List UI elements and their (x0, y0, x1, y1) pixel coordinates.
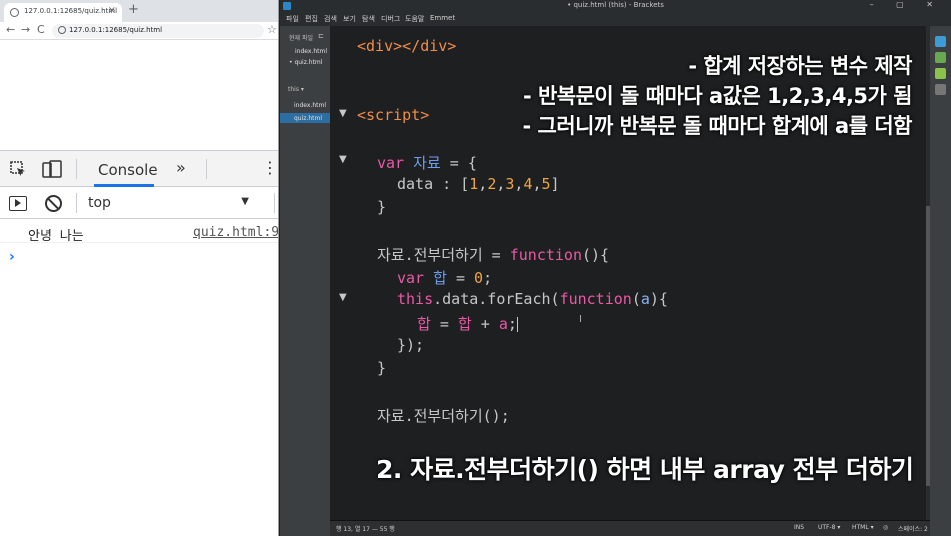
toolbar-divider (76, 159, 77, 179)
extension-manager-icon[interactable] (935, 52, 946, 63)
menu-edit[interactable]: 편집 (305, 14, 318, 24)
devtools-menu-button[interactable]: ⋮ (262, 158, 278, 177)
code-line: 자료.전부더하기(); (377, 407, 510, 425)
cursor-position: 행 13, 열 17 — 55 행 (336, 526, 395, 533)
tab-console[interactable]: Console (98, 161, 158, 179)
reload-button[interactable]: C (37, 23, 45, 36)
console-message: 안녕 나는 quiz.html:9 (0, 223, 278, 244)
menu-navigate[interactable]: 탐색 (362, 14, 375, 24)
fold-arrow-icon[interactable]: ▼ (339, 154, 347, 165)
console-source-link[interactable]: quiz.html:9 (193, 225, 278, 240)
console-prompt[interactable]: › (9, 249, 15, 265)
code-line: } (377, 198, 387, 216)
new-tab-button[interactable]: + (128, 2, 139, 17)
annotation-line-1: - 합계 저장하는 변수 제작 (688, 54, 912, 78)
file-sidebar: 현재 파일 ⊏ index.html • quiz.html this ▾ in… (280, 26, 330, 536)
project-file-item: quiz.html (294, 115, 323, 122)
brackets-window: • quiz.html (this) - Brackets – ▢ ✕ 파일 편… (280, 0, 951, 536)
text-cursor (516, 317, 518, 332)
project-dropdown[interactable]: this ▾ (288, 86, 304, 93)
working-files-label: 현재 파일 (289, 35, 313, 42)
more-tabs-button[interactable]: » (176, 158, 186, 177)
address-bar: ← → C 127.0.0.1:12685/quiz.html ☆ (0, 22, 278, 40)
code-line: var 자료 = { (377, 154, 477, 172)
window-title: • quiz.html (this) - Brackets (567, 1, 664, 9)
code-line: data : [1,2,3,4,5] (397, 175, 560, 193)
menu-find[interactable]: 검색 (324, 14, 337, 24)
url-text: 127.0.0.1:12685/quiz.html (69, 26, 163, 34)
split-view-icon[interactable]: ⊏ (318, 32, 324, 40)
fold-arrow-icon[interactable]: ▼ (339, 292, 347, 303)
annotation-line-3: - 그러니까 반복문 돌 때마다 합계에 a를 더함 (522, 114, 912, 138)
tab-strip: 127.0.0.1:12685/quiz.html × + (0, 0, 278, 22)
console-toolbar: top ▼ (0, 187, 278, 219)
live-preview-icon[interactable] (935, 36, 946, 47)
bookmark-star-icon[interactable]: ☆ (267, 23, 277, 36)
indent-setting[interactable]: 스페이스: 2 (898, 524, 928, 533)
extension-toolbar (930, 26, 951, 536)
info-icon[interactable] (58, 26, 66, 34)
tab-title: 127.0.0.1:12685/quiz.html (24, 7, 118, 15)
url-input[interactable]: 127.0.0.1:12685/quiz.html (52, 24, 264, 38)
menu-view[interactable]: 보기 (343, 14, 356, 24)
dropdown-arrow-icon: ▼ (241, 196, 249, 207)
extension-icon[interactable] (935, 68, 946, 79)
annotation-line-2: - 반복문이 돌 때마다 a값은 1,2,3,4,5가 됨 (522, 84, 913, 108)
menu-emmet[interactable]: Emmet (430, 14, 455, 22)
back-button[interactable]: ← (6, 23, 15, 36)
console-message-text: 안녕 나는 (28, 229, 84, 244)
browser-tab[interactable]: 127.0.0.1:12685/quiz.html × (4, 3, 122, 22)
devtools-toolbar: Console » ⋮ (0, 151, 278, 187)
context-select[interactable]: top ▼ (86, 193, 252, 215)
tools-icon[interactable] (935, 84, 946, 95)
code-line: <div></div> (357, 37, 457, 55)
code-line: 합 = 합 + a; (417, 315, 518, 333)
project-file-item[interactable]: index.html (294, 102, 326, 109)
fold-arrow-icon[interactable]: ▼ (339, 108, 347, 119)
tab-close-button[interactable]: × (108, 5, 116, 16)
menu-file[interactable]: 파일 (286, 14, 299, 24)
devtools-panel: Console » ⋮ top ▼ 안녕 나는 quiz.html:9 › (0, 150, 278, 536)
insert-mode[interactable]: INS (794, 524, 804, 531)
annotation-bottom: 2. 자료.전부더하기() 하면 내부 array 전부 더하기 (376, 455, 914, 484)
status-bar: 행 13, 열 17 — 55 행 INS UTF-8 ▾ HTML ▾ ◎ 스… (330, 520, 930, 536)
context-value: top (88, 195, 111, 211)
globe-icon (10, 8, 19, 17)
project-file-selected[interactable]: quiz.html (280, 113, 330, 123)
code-editor[interactable]: <div></div> ▼ <script> ▼ var 자료 = { data… (330, 26, 926, 520)
encoding-select[interactable]: UTF-8 ▾ (818, 524, 840, 531)
code-line: this.data.forEach(function(a){ (397, 290, 668, 308)
menu-help[interactable]: 도움말 (405, 14, 424, 24)
device-toolbar-icon[interactable] (42, 160, 62, 178)
code-line: }); (397, 336, 425, 354)
linter-status-icon[interactable]: ◎ (883, 524, 888, 531)
working-file-item[interactable]: index.html (295, 48, 327, 55)
toolbar-divider (206, 159, 207, 179)
title-bar: • quiz.html (this) - Brackets – ▢ ✕ (280, 0, 951, 12)
code-line: 자료.전부더하기 = function(){ (377, 246, 610, 264)
menu-debug[interactable]: 디버그 (381, 14, 400, 24)
code-line: } (377, 359, 387, 377)
menu-bar: 파일 편집 검색 보기 탐색 디버그 도움말 Emmet (280, 12, 951, 26)
language-select[interactable]: HTML ▾ (852, 524, 874, 531)
browser-window: 127.0.0.1:12685/quiz.html × + ← → C 127.… (0, 0, 279, 536)
toolbar-divider (274, 193, 275, 213)
ibeam-cursor-icon: I (579, 314, 582, 325)
console-sidebar-icon[interactable] (9, 196, 27, 211)
working-file-item[interactable]: • quiz.html (289, 59, 322, 66)
code-line: <script> (357, 106, 430, 124)
toolbar-divider (76, 193, 77, 213)
clear-console-icon[interactable] (45, 195, 62, 212)
code-line: var 합 = 0; (397, 269, 493, 287)
inspect-element-icon[interactable] (10, 161, 26, 177)
forward-button[interactable]: → (21, 23, 30, 36)
window-controls[interactable]: – ▢ ✕ (870, 0, 943, 9)
